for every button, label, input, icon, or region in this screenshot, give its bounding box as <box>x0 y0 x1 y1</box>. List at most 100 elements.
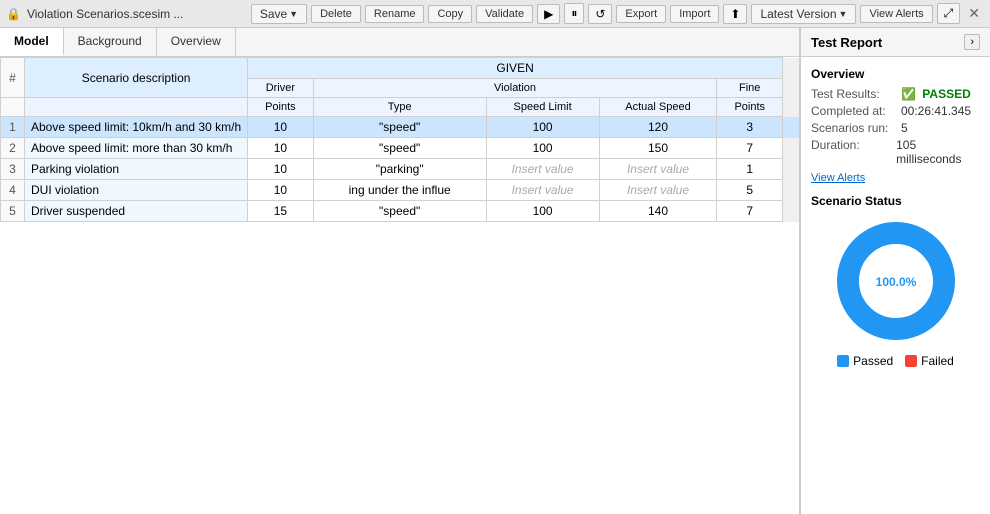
tab-model[interactable]: Model <box>0 28 64 56</box>
subrow-speed-limit: Speed Limit <box>486 98 599 117</box>
fine-points[interactable]: 7 <box>717 201 783 222</box>
violation-type[interactable]: "speed" <box>313 201 486 222</box>
violation-type[interactable]: ing under the influe <box>313 180 486 201</box>
lock-icon: 🔒 <box>6 7 21 21</box>
test-results-row: Test Results: ✅ PASSED <box>811 87 980 101</box>
driver-points[interactable]: 10 <box>248 180 314 201</box>
upload-button[interactable]: ⬆ <box>723 4 747 24</box>
test-results-label: Test Results: <box>811 87 901 101</box>
scenario-table-area: # Scenario description GIVEN Driver Viol… <box>0 57 799 514</box>
actual-speed[interactable]: 150 <box>599 138 717 159</box>
overview-section-title: Overview <box>811 67 980 81</box>
report-collapse-button[interactable]: › <box>964 34 980 50</box>
scroll-spacer <box>783 159 799 180</box>
actual-speed[interactable]: 120 <box>599 117 717 138</box>
save-button[interactable]: Save ▼ <box>251 4 307 24</box>
given-header: GIVEN <box>248 58 783 79</box>
speed-limit[interactable]: 100 <box>486 201 599 222</box>
scenario-table: # Scenario description GIVEN Driver Viol… <box>0 57 799 222</box>
subrow-driver-points: Points <box>248 98 314 117</box>
fullscreen-button[interactable]: ⤢ <box>937 3 961 24</box>
close-button[interactable]: ✕ <box>964 5 984 22</box>
validate-button[interactable]: Validate <box>476 5 533 23</box>
scrollbar-placeholder <box>783 79 799 98</box>
completed-label: Completed at: <box>811 104 901 118</box>
table-row[interactable]: 4DUI violation10ing under the influeInse… <box>1 180 799 201</box>
row-number: 4 <box>1 180 25 201</box>
fine-points[interactable]: 1 <box>717 159 783 180</box>
violation-type[interactable]: "parking" <box>313 159 486 180</box>
donut-svg: 100.0% <box>831 216 961 346</box>
table-row[interactable]: 3Parking violation10"parking"Insert valu… <box>1 159 799 180</box>
donut-chart: 100.0% Passed Failed <box>811 216 980 368</box>
scenario-description[interactable]: Driver suspended <box>25 201 248 222</box>
latest-version-button[interactable]: Latest Version ▼ <box>751 4 856 24</box>
version-dropdown-caret[interactable]: ▼ <box>839 9 848 19</box>
scroll-spacer <box>783 201 799 222</box>
table-row[interactable]: 2Above speed limit: more than 30 km/h10"… <box>1 138 799 159</box>
driver-points[interactable]: 10 <box>248 159 314 180</box>
driver-points[interactable]: 10 <box>248 138 314 159</box>
refresh-button[interactable]: ↺ <box>588 4 612 24</box>
actual-speed[interactable]: 140 <box>599 201 717 222</box>
fine-points[interactable]: 5 <box>717 180 783 201</box>
passed-dot-icon: ✅ <box>901 87 916 101</box>
left-panel: Model Background Overview # Scenario des… <box>0 28 800 514</box>
file-title: Violation Scenarios.scesim ... <box>27 7 247 21</box>
scenario-description[interactable]: Above speed limit: 10km/h and 30 km/h <box>25 117 248 138</box>
tab-overview[interactable]: Overview <box>157 28 236 56</box>
tab-background[interactable]: Background <box>64 28 157 56</box>
violation-type[interactable]: "speed" <box>313 117 486 138</box>
export-button[interactable]: Export <box>616 5 666 23</box>
delete-button[interactable]: Delete <box>311 5 361 23</box>
test-results-value: ✅ PASSED <box>901 87 971 101</box>
tab-bar: Model Background Overview <box>0 28 799 57</box>
violation-type[interactable]: "speed" <box>313 138 486 159</box>
scenario-description[interactable]: Above speed limit: more than 30 km/h <box>25 138 248 159</box>
chart-legend: Passed Failed <box>837 354 954 368</box>
failed-color-swatch <box>905 355 917 367</box>
failed-label: Failed <box>921 354 954 368</box>
right-panel: Test Report › Overview Test Results: ✅ P… <box>800 28 990 514</box>
duration-value: 105 milliseconds <box>896 138 980 166</box>
fine-points[interactable]: 3 <box>717 117 783 138</box>
speed-limit[interactable]: 100 <box>486 117 599 138</box>
speed-limit[interactable]: Insert value <box>486 159 599 180</box>
scenario-description[interactable]: Parking violation <box>25 159 248 180</box>
legend-failed: Failed <box>905 354 954 368</box>
scroll-spacer <box>783 117 799 138</box>
passed-label: Passed <box>853 354 893 368</box>
speed-limit[interactable]: 100 <box>486 138 599 159</box>
import-button[interactable]: Import <box>670 5 719 23</box>
col-violation-header: Violation <box>313 79 717 98</box>
svg-text:100.0%: 100.0% <box>875 275 916 289</box>
table-row[interactable]: 5Driver suspended15"speed"1001407 <box>1 201 799 222</box>
row-number: 1 <box>1 117 25 138</box>
col-driver-header: Driver <box>248 79 314 98</box>
table-row[interactable]: 1Above speed limit: 10km/h and 30 km/h10… <box>1 117 799 138</box>
save-dropdown-caret[interactable]: ▼ <box>289 9 298 19</box>
subrow-fine-points: Points <box>717 98 783 117</box>
completed-row: Completed at: 00:26:41.345 <box>811 104 980 118</box>
driver-points[interactable]: 10 <box>248 117 314 138</box>
speed-limit[interactable]: Insert value <box>486 180 599 201</box>
driver-points[interactable]: 15 <box>248 201 314 222</box>
fine-points[interactable]: 7 <box>717 138 783 159</box>
row-number: 2 <box>1 138 25 159</box>
copy-button[interactable]: Copy <box>428 5 472 23</box>
view-alerts-link[interactable]: View Alerts <box>811 172 980 184</box>
view-alerts-button[interactable]: View Alerts <box>860 5 932 23</box>
actual-speed[interactable]: Insert value <box>599 180 717 201</box>
subrow-scenario <box>25 98 248 117</box>
row-number: 5 <box>1 201 25 222</box>
report-header: Test Report › <box>801 28 990 57</box>
actual-speed[interactable]: Insert value <box>599 159 717 180</box>
legend-passed: Passed <box>837 354 893 368</box>
play-button[interactable]: ▶ <box>537 4 560 24</box>
subrow-scroll <box>783 98 799 117</box>
pause-button[interactable]: ⏸ <box>564 3 584 24</box>
scroll-spacer <box>783 138 799 159</box>
scenario-description[interactable]: DUI violation <box>25 180 248 201</box>
rename-button[interactable]: Rename <box>365 5 425 23</box>
main-layout: Model Background Overview # Scenario des… <box>0 28 990 514</box>
